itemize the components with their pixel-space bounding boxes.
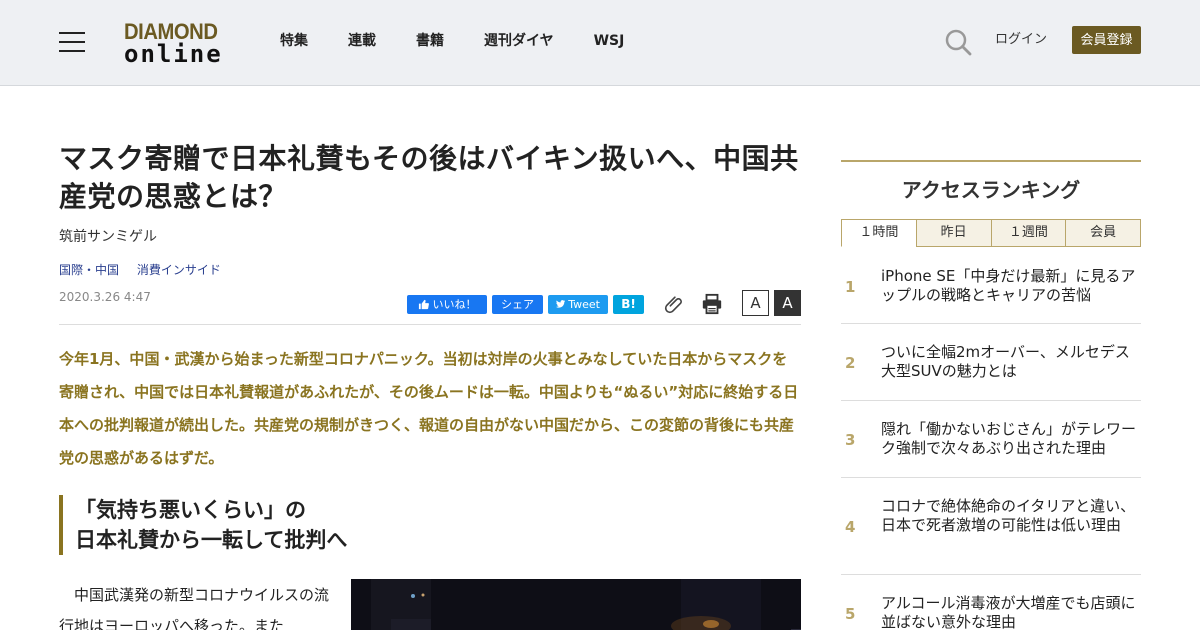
ranking-list: 1 iPhone SE「中身だけ最新」に見るアップルの戦略とキャリアの苦悩 2 … — [841, 247, 1141, 630]
logo-wordmark-bottom: online — [124, 40, 223, 68]
rank-number: 3 — [845, 431, 856, 449]
search-icon[interactable] — [944, 28, 972, 56]
nav-tokushu[interactable]: 特集 — [280, 31, 308, 51]
nav-rensai[interactable]: 連載 — [348, 31, 376, 51]
site-logo[interactable]: DIAMOND online — [124, 20, 228, 68]
divider — [59, 324, 801, 325]
rank-title: アルコール消毒液が大増産でも店頭に並ばない意外な理由 — [881, 594, 1136, 630]
ranking-title: アクセスランキング — [901, 178, 1081, 202]
thumbs-up-icon — [418, 299, 429, 309]
rank-title: iPhone SE「中身だけ最新」に見るアップルの戦略とキャリアの苦悩 — [881, 267, 1136, 304]
nav-shoseki[interactable]: 書籍 — [416, 31, 444, 51]
nav-wsj[interactable]: WSJ — [594, 31, 625, 51]
global-nav: 特集 連載 書籍 週刊ダイヤ WSJ — [280, 31, 664, 51]
login-link[interactable]: ログイン — [995, 31, 1047, 49]
tweet-label: Tweet — [568, 297, 600, 311]
register-button[interactable]: 会員登録 — [1072, 26, 1141, 54]
twitter-bird-icon — [556, 300, 566, 308]
font-size-small-button[interactable]: A — [742, 290, 769, 316]
clip-icon[interactable] — [661, 291, 687, 317]
rank-number: 5 — [845, 605, 856, 623]
tab-1-hour[interactable]: １時間 — [841, 219, 917, 247]
article-body: 中国武漢発の新型コロナウイルスの流行地はヨーロッパへ移った。また — [59, 586, 330, 630]
site-header: DIAMOND online 特集 連載 書籍 週刊ダイヤ WSJ ログイン 会… — [0, 0, 1200, 86]
tab-1-week[interactable]: １週間 — [990, 219, 1067, 247]
article-lead: 今年1月、中国・武漢から始まった新型コロナパニック。当初は対岸の火事とみなしてい… — [59, 350, 799, 467]
ranking-item-2[interactable]: 2 ついに全幅2mオーバー、メルセデス大型SUVの魅力とは — [841, 324, 1141, 401]
sidebar-top-rule — [841, 160, 1141, 162]
tweet-button[interactable]: Tweet — [548, 294, 608, 314]
ranking-item-4[interactable]: 4 コロナで絶体絶命のイタリアと違い、日本で死者激増の可能性は低い理由 — [841, 478, 1141, 575]
article-title: マスク寄贈で日本礼賛もその後はバイキン扱いへ、中国共産党の思惑とは？ — [59, 142, 799, 213]
ranking-item-3[interactable]: 3 隠れ「働かないおじさん」がテレワーク強制で次々あぶり出された理由 — [841, 401, 1141, 478]
category-link-international[interactable]: 国際・中国 — [59, 263, 119, 277]
tab-yesterday[interactable]: 昨日 — [915, 219, 992, 247]
section-heading-line-1: 「気持ち悪いくらい」の — [75, 498, 306, 522]
ranking-item-5[interactable]: 5 アルコール消毒液が大増産でも店頭に並ばない意外な理由 — [841, 575, 1141, 630]
article-author[interactable]: 筑前サンミゲル — [59, 228, 157, 246]
rank-number: 4 — [845, 518, 856, 536]
nav-weekly-diamond[interactable]: 週刊ダイヤ — [484, 31, 554, 51]
ranking-tabs: １時間 昨日 １週間 会員 — [841, 219, 1141, 247]
rank-title: ついに全幅2mオーバー、メルセデス大型SUVの魅力とは — [881, 343, 1130, 380]
rank-number: 1 — [845, 278, 856, 296]
section-heading-line-2: 日本礼賛から一転して批判へ — [75, 528, 348, 552]
print-icon[interactable] — [699, 291, 725, 317]
facebook-like-button[interactable]: いいね！ — [407, 294, 487, 314]
facebook-share-button[interactable]: シェア — [492, 294, 543, 314]
rank-title: コロナで絶体絶命のイタリアと違い、日本で死者激増の可能性は低い理由 — [881, 497, 1136, 534]
menu-icon[interactable] — [59, 32, 85, 52]
section-heading: 「気持ち悪いくらい」の 日本礼賛から一転して批判へ — [59, 495, 801, 555]
rank-title: 隠れ「働かないおじさん」がテレワーク強制で次々あぶり出された理由 — [881, 420, 1137, 457]
share-bar: いいね！ シェア Tweet B! — [407, 292, 725, 316]
ranking-item-1[interactable]: 1 iPhone SE「中身だけ最新」に見るアップルの戦略とキャリアの苦悩 — [841, 247, 1141, 324]
hatena-bookmark-button[interactable]: B! — [613, 294, 644, 314]
article-photo — [351, 579, 801, 630]
article: マスク寄贈で日本礼賛もその後はバイキン扱いへ、中国共産党の思惑とは？ 筑前サンミ… — [59, 140, 801, 630]
tab-members[interactable]: 会員 — [1065, 219, 1141, 247]
font-size-large-button[interactable]: A — [774, 290, 801, 316]
category-link-consumer-insight[interactable]: 消費インサイド — [137, 263, 221, 277]
article-date: 2020.3.26 4:47 — [59, 290, 151, 304]
facebook-like-label: いいね！ — [432, 297, 477, 311]
article-categories: 国際・中国 消費インサイド — [59, 262, 235, 278]
rank-number: 2 — [845, 354, 856, 372]
